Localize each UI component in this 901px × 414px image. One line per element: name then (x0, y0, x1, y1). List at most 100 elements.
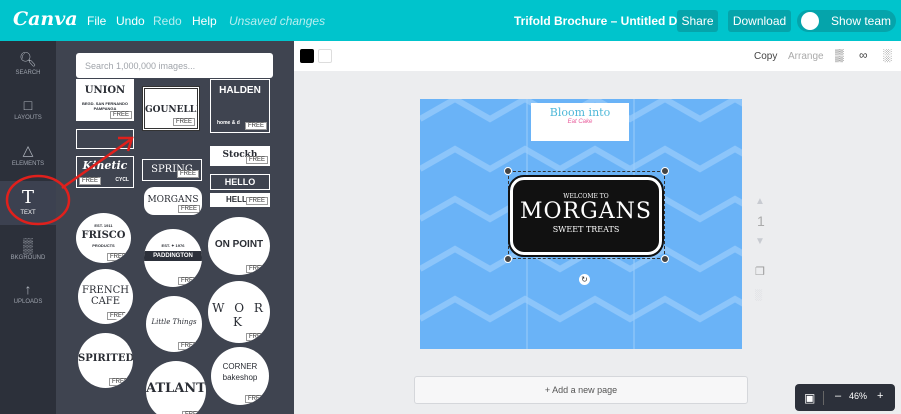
rail-uploads[interactable]: ↑ UPLOADS (0, 281, 56, 313)
free-badge: FREE (177, 277, 200, 285)
text-template-spirited[interactable]: SPIRITED FREE (78, 333, 133, 388)
show-team-button[interactable]: Show team (797, 10, 896, 32)
top-bar: Canva File Undo Redo Help Unsaved change… (0, 0, 901, 41)
text-icon: T (21, 187, 34, 208)
design-page[interactable]: Bloom into Eat Cake WELCOME TO MORGANS S… (420, 99, 742, 349)
menu-file[interactable]: File (87, 14, 106, 28)
link-icon[interactable]: ∞ (859, 48, 868, 62)
text-template-halden[interactable]: HALDEN home & d FREE (210, 79, 270, 133)
rotate-icon[interactable]: ↻ (579, 274, 590, 285)
tile-title: UNION (84, 85, 126, 96)
text-template-union[interactable]: UNION BEGD. SAN FERNANDO PAMPANGA FREE (76, 79, 134, 121)
menu-redo[interactable]: Redo (153, 14, 182, 28)
color-swatch-white[interactable] (318, 49, 332, 63)
tile-title: ON POINT (214, 239, 264, 250)
tile-title: Little Things (151, 318, 197, 326)
text-template-hello-2[interactable]: HELL FREE (210, 193, 270, 207)
team-avatar (801, 12, 819, 30)
zoom-divider (823, 391, 824, 405)
upload-icon: ↑ (24, 281, 32, 297)
text-panel: Search 1,000,000 images... UNION BEGD. S… (56, 41, 294, 414)
rail-label: LAYOUTS (14, 115, 42, 121)
free-badge: FREE (172, 118, 195, 126)
text-template-paddington[interactable]: EST. ✦ 1976 PADDINGTON FREE (144, 229, 202, 287)
tile-title: MORGANS (147, 195, 199, 205)
rail-background[interactable]: ▒ BKGROUND (0, 237, 56, 269)
free-badge: FREE (79, 177, 102, 185)
sign-subtitle: SWEET TREATS (552, 225, 620, 234)
share-button[interactable]: Share (677, 10, 718, 32)
tile-title: SPIRITED (78, 353, 133, 364)
bloom-logo[interactable]: Bloom into Eat Cake (531, 103, 629, 141)
free-badge: FREE (245, 265, 268, 273)
text-template-french-cafe[interactable]: FRENCH CAFE FREE (78, 269, 133, 324)
tile-top: EST. 1911 (94, 223, 113, 228)
search-icon: 🔍︎ (19, 51, 37, 67)
elements-icon: △ (22, 142, 34, 158)
move-down-icon[interactable]: ▼ (755, 236, 765, 247)
text-template-gounelle[interactable]: GOUNELLE FREE (142, 86, 200, 131)
color-swatch-black[interactable] (300, 49, 314, 63)
rail-label: SEARCH (15, 70, 41, 76)
rail-text[interactable]: T TEXT (0, 181, 56, 225)
zoom-in-button[interactable]: + (877, 390, 883, 402)
bloom-title: Bloom into (549, 106, 611, 119)
rail-elements[interactable]: △ ELEMENTS (0, 142, 56, 174)
text-template-morgans[interactable]: MORGANS FREE (144, 187, 202, 215)
free-badge: FREE (244, 122, 267, 130)
page-number: 1 (757, 213, 765, 229)
tile-title: FRISCO (81, 230, 126, 241)
text-template-dark-banner[interactable] (76, 129, 134, 149)
download-button[interactable]: Download (728, 10, 791, 32)
rail-layouts[interactable]: □ LAYOUTS (0, 97, 56, 129)
search-input[interactable]: Search 1,000,000 images... (76, 53, 273, 78)
text-template-corner-bakeshop[interactable]: CORNER bakeshop FREE (211, 347, 269, 405)
trash-icon[interactable]: ░ (883, 48, 892, 62)
free-badge: FREE (245, 156, 268, 164)
resize-handle-bl[interactable] (504, 255, 512, 263)
text-template-little-things[interactable]: Little Things FREE (146, 296, 202, 352)
zoom-control: ▣ – 46% + (795, 384, 895, 411)
free-badge: FREE (108, 378, 131, 386)
move-up-icon[interactable]: ▲ (755, 196, 765, 207)
tile-title: Kinetic (82, 159, 128, 172)
tile-title: CORNER (222, 362, 258, 371)
copy-button[interactable]: Copy (754, 51, 777, 62)
add-page-button[interactable]: + Add a new page (414, 376, 748, 404)
text-template-frisco[interactable]: EST. 1911 FRISCO PRODUCTS FREE (76, 213, 131, 263)
transparency-icon[interactable]: ▒ (835, 48, 844, 62)
tile-title: ATLANTIC (146, 381, 206, 396)
tile-subtitle: BEGD. SAN FERNANDO PAMPANGA (81, 101, 128, 111)
resize-handle-br[interactable] (661, 255, 669, 263)
tile-title: GOUNELLE (145, 105, 200, 115)
text-template-atlantic[interactable]: ATLANTIC FREE (146, 361, 206, 414)
delete-page-icon[interactable]: ░ (755, 290, 762, 301)
text-template-spring[interactable]: SPRING FREE (142, 159, 202, 181)
resize-handle-tr[interactable] (661, 167, 669, 175)
free-badge: FREE (109, 111, 132, 119)
menu-help[interactable]: Help (192, 14, 217, 28)
zoom-value[interactable]: 46% (849, 391, 867, 401)
zoom-out-button[interactable]: – (835, 390, 841, 402)
text-template-work[interactable]: W O R K FREE (208, 281, 270, 343)
duplicate-page-icon[interactable]: ❐ (755, 265, 765, 278)
free-badge: FREE (106, 312, 129, 320)
resize-handle-tl[interactable] (504, 167, 512, 175)
text-template-onpoint[interactable]: ON POINT FREE (208, 217, 270, 275)
text-template-stockholm[interactable]: Stockh FREE (210, 146, 270, 166)
present-icon[interactable]: ▣ (804, 391, 815, 405)
rail-search[interactable]: 🔍︎ SEARCH (0, 51, 56, 83)
left-rail: 🔍︎ SEARCH □ LAYOUTS △ ELEMENTS T TEXT ▒ … (0, 41, 56, 414)
text-template-kinetic[interactable]: Kinetic CYCL FREE (76, 156, 134, 188)
canvas-toolbar: Copy Arrange ▒ ∞ ░ (294, 41, 901, 71)
rail-label: UPLOADS (13, 299, 43, 305)
background-icon: ▒ (23, 237, 33, 253)
rail-label: ELEMENTS (11, 161, 45, 167)
text-template-hello[interactable]: HELLO (210, 174, 270, 190)
canva-logo[interactable]: Canva (13, 8, 78, 30)
arrange-button[interactable]: Arrange (788, 51, 824, 62)
tile-title: PADDINGTON (144, 251, 202, 261)
morgans-sign[interactable]: WELCOME TO MORGANS SWEET TREATS (508, 175, 664, 257)
menu-undo[interactable]: Undo (116, 14, 145, 28)
tile-title: HELLO (224, 177, 256, 187)
